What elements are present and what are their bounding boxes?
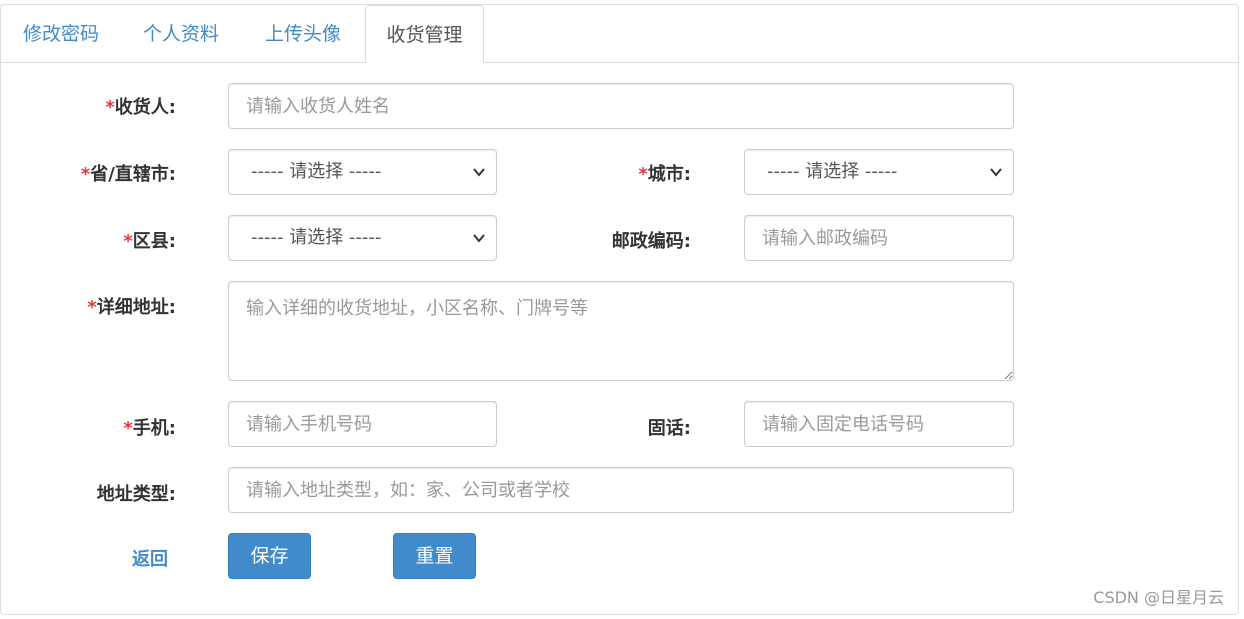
receiver-label: *收货人: xyxy=(105,93,176,119)
required-mark: * xyxy=(105,97,115,118)
required-mark: * xyxy=(123,418,133,439)
tab-upload-avatar[interactable]: 上传头像 xyxy=(241,5,365,62)
chevron-down-icon xyxy=(473,168,485,177)
address-label-text: 详细地址: xyxy=(96,297,176,318)
address-label: *详细地址: xyxy=(87,293,176,319)
tab-change-password[interactable]: 修改密码 xyxy=(1,5,121,62)
province-select[interactable]: ----- 请选择 ----- xyxy=(228,149,497,195)
address-textarea[interactable] xyxy=(228,281,1014,381)
city-label: *城市: xyxy=(638,160,691,186)
tel-input[interactable] xyxy=(744,401,1014,447)
receiver-label-text: 收货人: xyxy=(114,97,176,118)
province-label: *省/直辖市: xyxy=(81,160,176,186)
chevron-down-icon xyxy=(473,234,485,243)
district-selected-value: ----- 请选择 ----- xyxy=(251,227,382,248)
watermark: CSDN @日星月云 xyxy=(1093,588,1224,607)
required-mark: * xyxy=(123,231,133,252)
tel-label: 固话: xyxy=(648,414,691,440)
chevron-down-icon xyxy=(990,168,1002,177)
city-select[interactable]: ----- 请选择 ----- xyxy=(744,149,1014,195)
city-label-text: 城市: xyxy=(647,164,691,185)
back-link[interactable]: 返回 xyxy=(132,545,168,571)
receiver-input[interactable] xyxy=(228,83,1014,129)
required-mark: * xyxy=(87,297,97,318)
phone-label-text: 手机: xyxy=(132,418,176,439)
zip-label: 邮政编码: xyxy=(612,227,691,253)
district-label: *区县: xyxy=(123,227,176,253)
tab-address-management[interactable]: 收货管理 xyxy=(365,5,484,63)
address-type-input[interactable] xyxy=(228,467,1014,513)
tab-profile[interactable]: 个人资料 xyxy=(121,5,241,62)
phone-input[interactable] xyxy=(228,401,497,447)
district-select[interactable]: ----- 请选择 ----- xyxy=(228,215,497,261)
address-type-label: 地址类型: xyxy=(97,480,176,506)
required-mark: * xyxy=(638,164,648,185)
province-label-text: 省/直辖市: xyxy=(90,164,176,185)
tab-bar: 修改密码 个人资料 上传头像 收货管理 xyxy=(1,5,1238,63)
save-button[interactable]: 保存 xyxy=(228,533,311,579)
district-label-text: 区县: xyxy=(132,231,176,252)
tel-label-text: 固话: xyxy=(647,418,691,439)
city-selected-value: ----- 请选择 ----- xyxy=(767,161,898,182)
phone-label: *手机: xyxy=(123,414,176,440)
reset-button[interactable]: 重置 xyxy=(393,533,476,579)
zip-input[interactable] xyxy=(744,215,1014,261)
address-management-panel: 修改密码 个人资料 上传头像 收货管理 *收货人: *省/直辖市: ----- … xyxy=(0,4,1239,615)
required-mark: * xyxy=(80,164,91,185)
address-type-label-text: 地址类型: xyxy=(96,484,176,505)
province-selected-value: ----- 请选择 ----- xyxy=(251,161,382,182)
zip-label-text: 邮政编码: xyxy=(611,231,691,252)
